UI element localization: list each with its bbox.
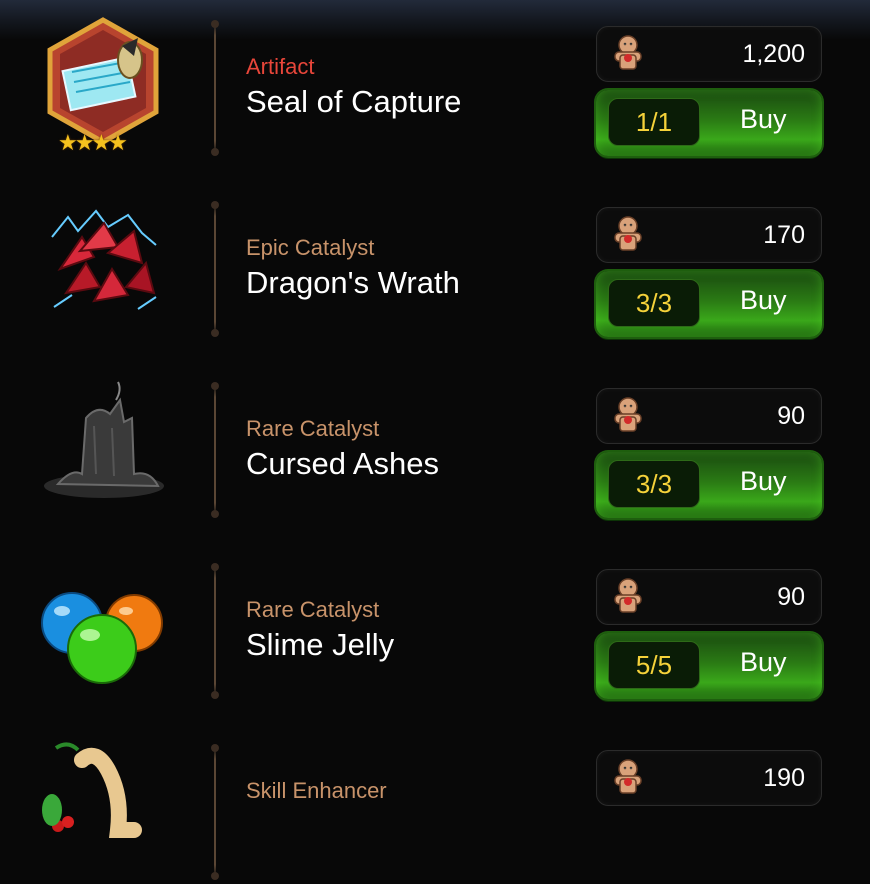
voodoo-doll-icon (614, 216, 642, 251)
stock-count: 3/3 (608, 279, 700, 327)
cursed-ashes-icon (44, 381, 164, 498)
price-box: 90 (596, 569, 822, 625)
shop-item-dragons-wrath: Epic Catalyst Dragon's Wrath 170 3/3 Buy (0, 181, 870, 341)
item-type: Artifact (246, 54, 315, 79)
buy-label: Buy (740, 466, 787, 496)
buy-label: Buy (740, 285, 787, 315)
item-price: 1,200 (742, 40, 805, 68)
item-name: Slime Jelly (246, 627, 395, 662)
shop-item-slime-jelly: Rare Catalyst Slime Jelly 90 5/5 Buy (0, 543, 870, 703)
star-rating: ★★★★ (58, 130, 128, 155)
stock-count: 3/3 (608, 460, 700, 508)
buy-label: Buy (740, 647, 787, 677)
voodoo-doll-icon (614, 397, 642, 432)
item-name: Seal of Capture (246, 84, 462, 119)
item-price: 90 (777, 583, 805, 611)
item-type: Rare Catalyst (246, 597, 380, 622)
voodoo-doll-icon (614, 578, 642, 613)
item-name: Dragon's Wrath (246, 265, 460, 300)
dragons-wrath-icon (51, 209, 157, 310)
shop-item-seal-of-capture: ★★★★ Artifact Seal of Capture 1,200 1/1 … (0, 0, 870, 160)
item-type: Rare Catalyst (246, 416, 380, 441)
item-name: Cursed Ashes (246, 446, 439, 481)
item-price: 170 (763, 221, 805, 249)
price-box: 190 (596, 750, 822, 806)
stock-count: 5/5 (608, 641, 700, 689)
row-divider (211, 20, 219, 156)
buy-button[interactable]: 1/1 Buy (596, 90, 822, 156)
buy-button[interactable]: 5/5 Buy (596, 633, 822, 699)
item-price: 190 (763, 764, 805, 792)
price-box: 170 (596, 207, 822, 263)
shop-item-cursed-ashes: Rare Catalyst Cursed Ashes 90 3/3 Buy (0, 362, 870, 522)
voodoo-doll-icon (614, 759, 642, 794)
price-box: 90 (596, 388, 822, 444)
voodoo-doll-icon (614, 35, 642, 70)
item-type: Epic Catalyst (246, 235, 375, 260)
row-divider (211, 744, 219, 880)
slime-jelly-icon (41, 592, 163, 684)
buy-button[interactable]: 3/3 Buy (596, 452, 822, 518)
row-divider (211, 201, 219, 337)
buy-button[interactable]: 3/3 Buy (596, 271, 822, 337)
item-type: Skill Enhancer (246, 778, 387, 803)
shop-item-skill-enhancer: Skill Enhancer 190 (0, 724, 870, 884)
row-divider (211, 563, 219, 699)
ginseng-icon (42, 742, 142, 838)
stock-count: 1/1 (608, 98, 700, 146)
seal-of-capture-icon (47, 17, 159, 145)
price-box: 1,200 (596, 26, 822, 82)
buy-label: Buy (740, 104, 787, 134)
row-divider (211, 382, 219, 518)
item-price: 90 (777, 402, 805, 430)
